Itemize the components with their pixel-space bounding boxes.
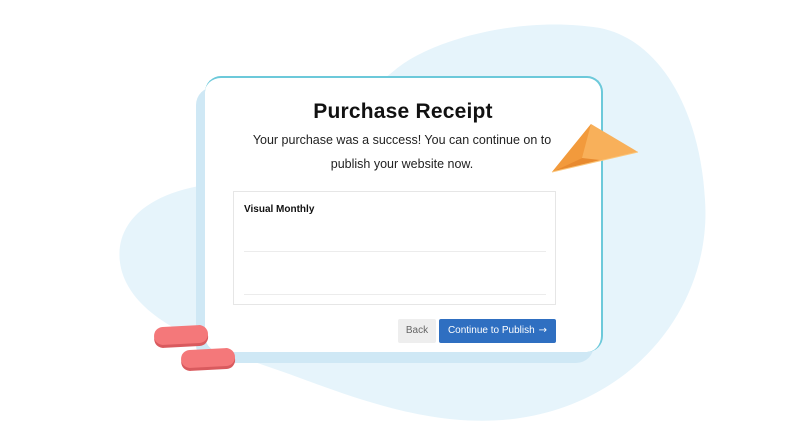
continue-to-publish-button[interactable]: Continue to Publish →: [439, 319, 556, 343]
summary-row-divider: [244, 251, 546, 252]
order-summary-panel: Visual Monthly: [233, 191, 556, 305]
plan-name: Visual Monthly: [244, 204, 315, 215]
illustration-stage: Purchase Receipt Your purchase was a suc…: [0, 0, 800, 444]
continue-button-label: Continue to Publish: [447, 325, 535, 336]
summary-row-divider: [244, 294, 546, 295]
decorative-pill: [180, 347, 236, 369]
success-message: Your purchase was a success! You can con…: [252, 133, 552, 171]
back-button[interactable]: Back: [398, 319, 436, 343]
receipt-card: Purchase Receipt Your purchase was a suc…: [205, 76, 603, 352]
arrow-right-icon: →: [538, 325, 548, 336]
decorative-pill: [153, 324, 209, 346]
paper-plane-icon: [551, 124, 639, 173]
page-title: Purchase Receipt: [313, 100, 493, 123]
